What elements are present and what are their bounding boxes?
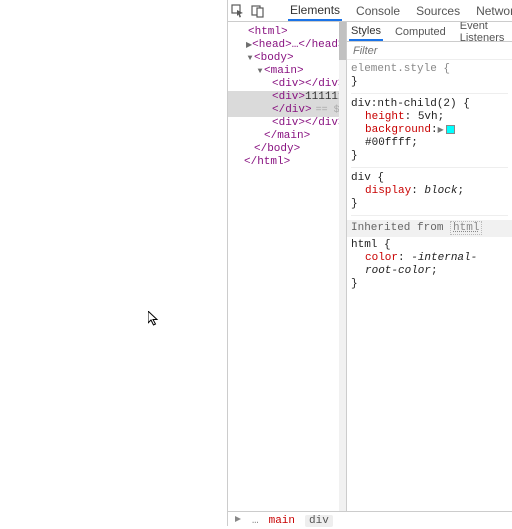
devtools-panel: Elements Console Sources Network ⋯ <html… [228,0,512,529]
expand-icon[interactable]: ▶ [438,126,444,135]
decl-background[interactable]: background:▶#00ffff; [351,124,508,150]
dom-node-head[interactable]: ▶<head>…</head> [228,39,346,52]
dom-node-body[interactable]: ▼<body> [228,52,346,65]
dom-node-main[interactable]: ▼<main> [228,65,346,78]
dom-tree: <html> ▶<head>…</head> ▼<body> ▼<main> <… [228,22,346,169]
dom-node-html-close[interactable]: </html> [228,156,346,169]
styles-filter-input[interactable] [353,45,506,57]
color-swatch-icon[interactable] [446,125,455,134]
dom-tree-pane[interactable]: ⋯ <html> ▶<head>…</head> ▼<body> ▼<main>… [228,22,347,511]
decl-height[interactable]: height: 5vh; [351,111,508,124]
rule-div-ua[interactable]: div { display: block; } [351,172,508,216]
breadcrumb-arrow-icon[interactable] [234,515,242,527]
inherited-separator: Inherited from html [347,220,512,237]
style-rules: element.style { } div:nth-child(2) { hei… [347,60,512,302]
rule-element-style[interactable]: element.style { } [351,63,508,94]
rule-html-ua[interactable]: html { color: -internal-root-color; } [351,239,508,295]
decl-color[interactable]: color: -internal-root-color; [351,252,508,278]
dom-node-main-close[interactable]: </main> [228,130,346,143]
subtab-computed[interactable]: Computed [393,22,448,41]
tab-console[interactable]: Console [354,0,402,21]
device-toolbar-icon[interactable] [250,2,266,20]
dom-breadcrumbs: … main div [228,511,512,529]
dom-node-div3[interactable]: <div></div> [228,117,346,130]
tab-sources[interactable]: Sources [414,0,462,21]
dom-scrollbar[interactable] [339,22,346,511]
dom-node-html[interactable]: <html> [228,26,346,39]
dom-node-div1[interactable]: <div></div> [228,78,346,91]
styles-pane: Styles Computed Event Listeners element.… [347,22,512,511]
dom-node-div2-close[interactable]: </div> [228,104,346,117]
dom-node-body-close[interactable]: </body> [228,143,346,156]
scrollbar-thumb[interactable] [339,22,346,60]
elements-body: ⋯ <html> ▶<head>…</head> ▼<body> ▼<main>… [228,22,512,511]
breadcrumb-div[interactable]: div [305,515,333,527]
main-tabs: Elements Console Sources Network [288,0,512,21]
subtab-styles[interactable]: Styles [349,22,383,41]
inspect-element-icon[interactable] [230,2,246,20]
page-viewport [0,0,228,526]
twisty-icon[interactable]: ▼ [256,65,264,78]
styles-filter-bar [347,42,512,60]
breadcrumb-overflow[interactable]: … [252,515,259,527]
styles-subtabs: Styles Computed Event Listeners [347,22,512,42]
subtab-event-listeners[interactable]: Event Listeners [458,22,512,41]
tab-elements[interactable]: Elements [288,0,342,21]
mouse-cursor-icon [148,311,160,327]
twisty-icon[interactable]: ▼ [246,52,254,65]
decl-display[interactable]: display: block; [351,185,508,198]
dom-node-div2-open[interactable]: <div>111111 [228,91,346,104]
inherited-from-link[interactable]: html [450,221,482,235]
rule-nth-child[interactable]: div:nth-child(2) { height: 5vh; backgrou… [351,98,508,168]
tab-network[interactable]: Network [474,0,512,21]
devtools-toolbar: Elements Console Sources Network [228,0,512,22]
breadcrumb-main[interactable]: main [269,515,295,527]
